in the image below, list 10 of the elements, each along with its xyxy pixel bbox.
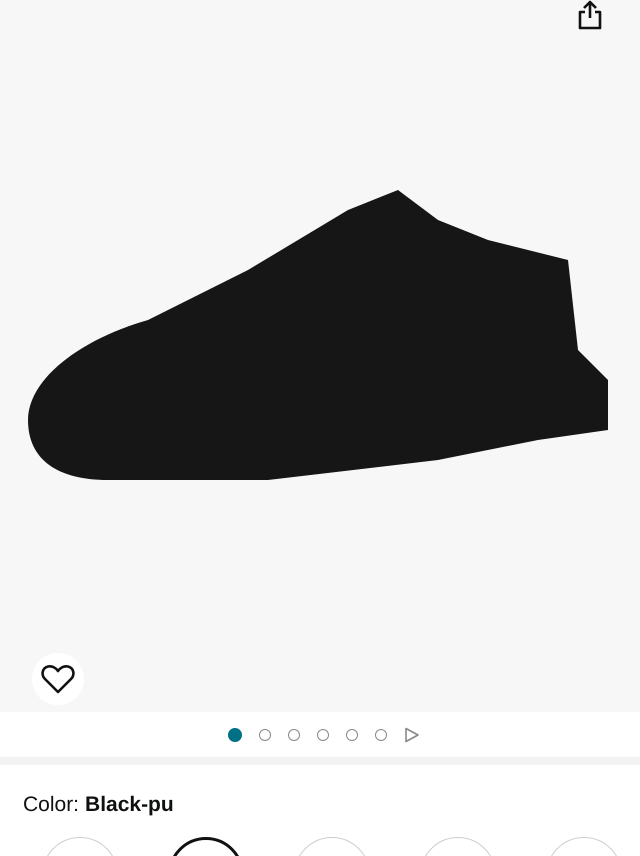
page-dot[interactable]: [317, 728, 329, 740]
page-dot[interactable]: [228, 728, 242, 742]
color-value: Black-pu: [85, 793, 174, 817]
page-dot[interactable]: [288, 728, 300, 740]
page-dot[interactable]: [375, 728, 387, 740]
color-label: Color:: [23, 793, 80, 817]
page-dot[interactable]: [346, 728, 358, 740]
share-icon[interactable]: [576, 0, 604, 30]
page-dot[interactable]: [259, 728, 271, 740]
play-icon[interactable]: [404, 726, 420, 742]
